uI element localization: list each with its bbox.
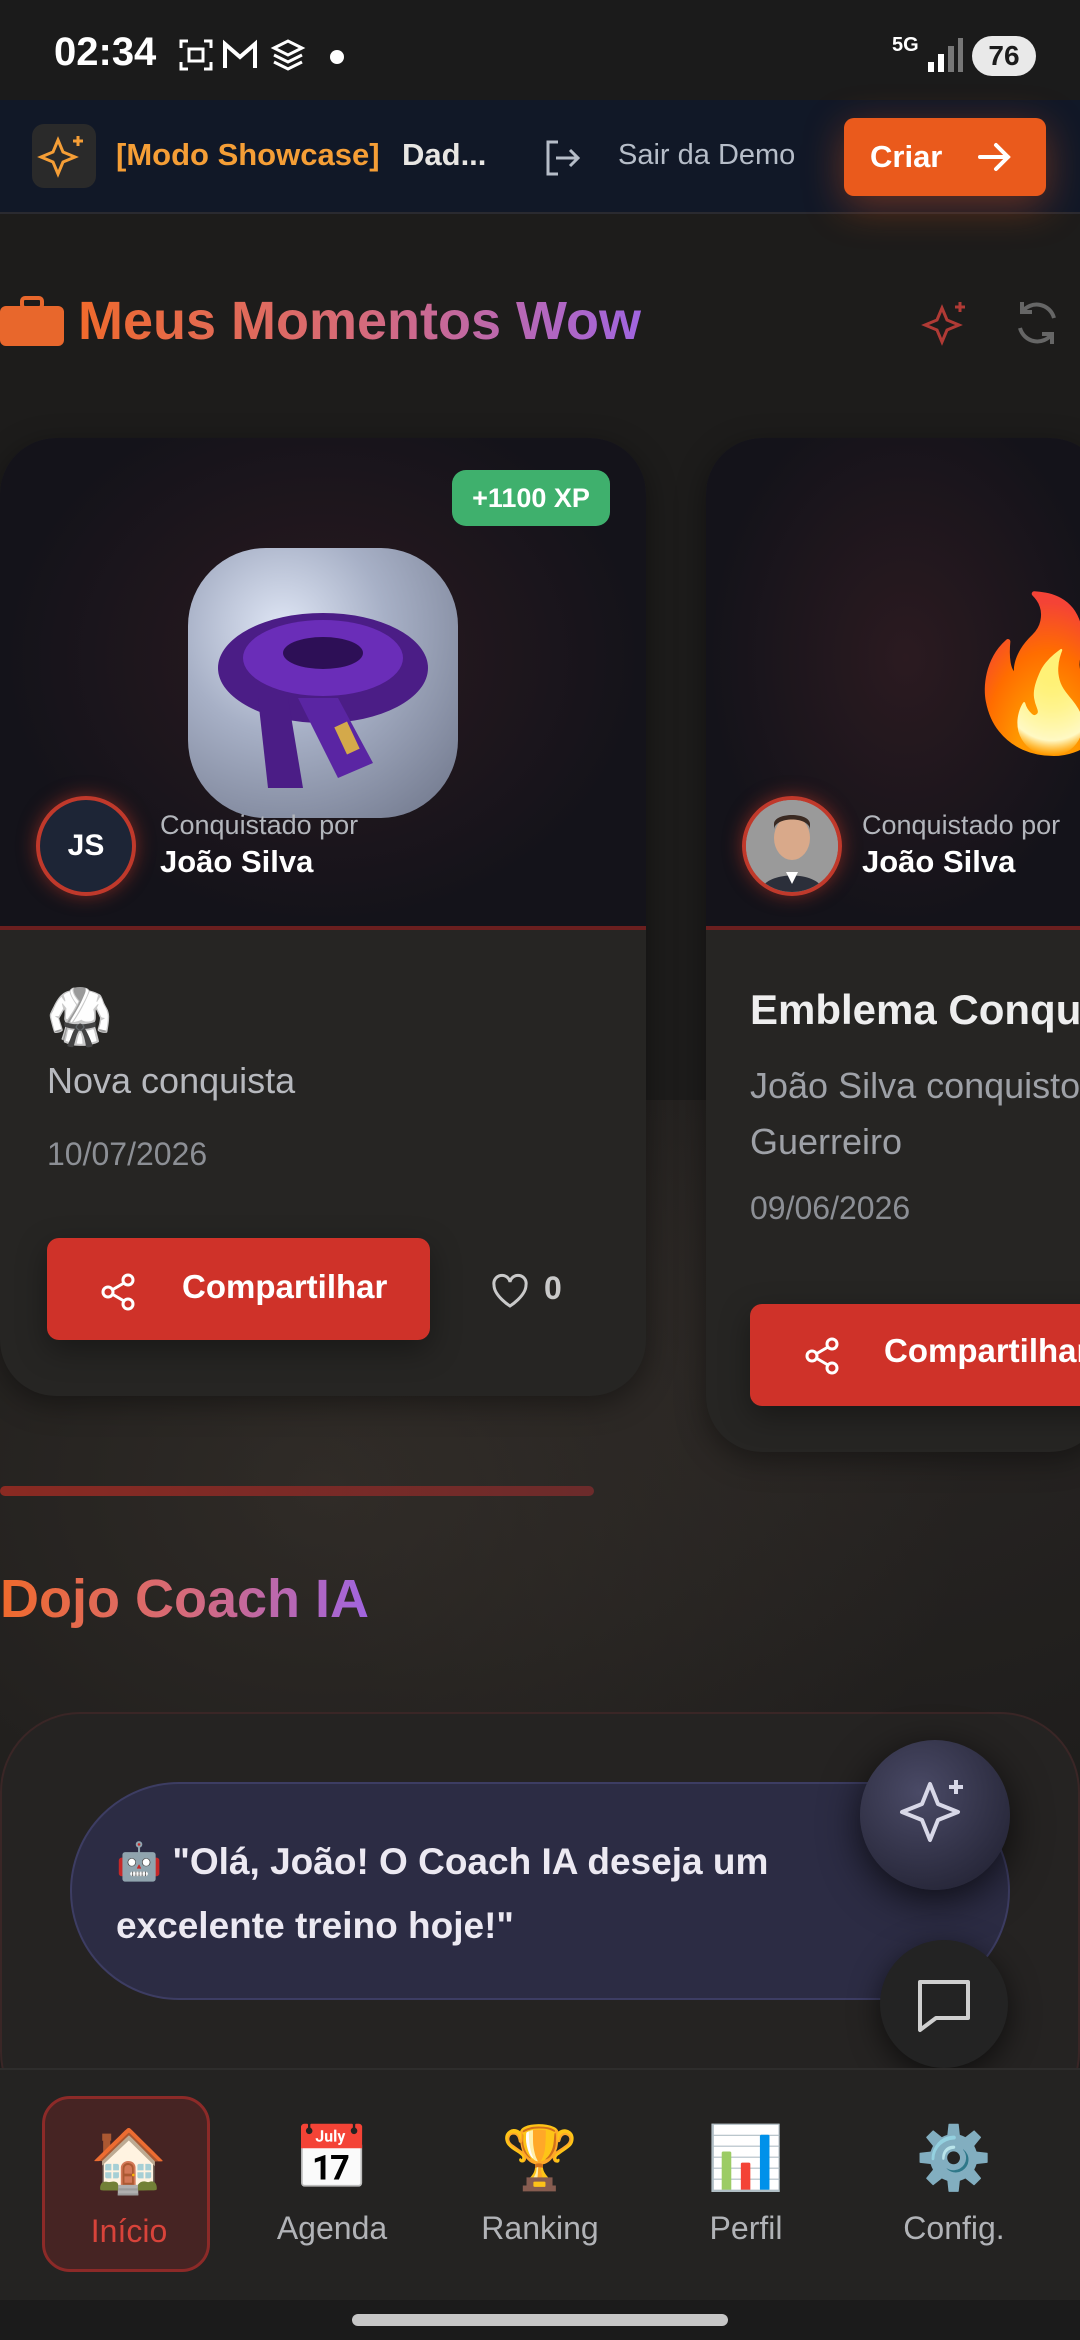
battery-indicator: 76 bbox=[972, 36, 1036, 76]
achieved-by-name: João Silva bbox=[160, 844, 314, 879]
like-count: 0 bbox=[544, 1270, 562, 1306]
section-divider bbox=[0, 1486, 594, 1496]
app-notification-icon bbox=[270, 39, 306, 71]
share-icon[interactable] bbox=[98, 1272, 138, 1312]
refresh-icon[interactable] bbox=[1010, 296, 1064, 350]
status-clock: 02:34 bbox=[54, 30, 157, 74]
coach-message: 🤖 "Olá, João! O Coach IA deseja um excel… bbox=[116, 1841, 769, 1946]
logout-icon[interactable] bbox=[540, 136, 584, 180]
network-type: 5G bbox=[892, 34, 919, 56]
share-label[interactable]: Compartilhar bbox=[182, 1268, 387, 1306]
home-gesture-handle[interactable] bbox=[352, 2314, 728, 2326]
signal-icon bbox=[928, 38, 963, 72]
nav-item-home[interactable]: 🏠 Início bbox=[42, 2096, 210, 2272]
demo-mode-label: [Modo Showcase] bbox=[116, 137, 380, 172]
nav-item-agenda[interactable]: 📅 Agenda bbox=[248, 2096, 416, 2272]
gi-icon: 🥋 bbox=[46, 987, 114, 1047]
nav-label: Perfil bbox=[709, 2210, 783, 2246]
trophy-icon: 🏆 bbox=[501, 2124, 579, 2193]
chat-button[interactable] bbox=[880, 1940, 1008, 2068]
purple-belt-image bbox=[188, 548, 458, 818]
ai-assistant-button[interactable] bbox=[860, 1740, 1010, 1890]
avatar: JS bbox=[36, 796, 136, 896]
chart-icon: 📊 bbox=[707, 2124, 785, 2193]
sparkle-icon[interactable] bbox=[920, 296, 974, 350]
moment-date: 09/06/2026 bbox=[750, 1190, 911, 1226]
briefcase-icon bbox=[0, 296, 64, 346]
moment-date: 10/07/2026 bbox=[47, 1136, 208, 1172]
arrow-right-icon[interactable] bbox=[974, 137, 1014, 177]
nav-item-profile[interactable]: 📊 Perfil bbox=[662, 2096, 830, 2272]
share-label[interactable]: Compartilhar bbox=[884, 1332, 1080, 1370]
nav-item-ranking[interactable]: 🏆 Ranking bbox=[456, 2096, 624, 2272]
achieved-by-label: Conquistado por bbox=[862, 810, 1061, 840]
gmail-icon bbox=[223, 39, 257, 68]
nav-label: Config. bbox=[903, 2210, 1005, 2246]
xp-badge: +1100 XP bbox=[452, 470, 610, 526]
moments-title: Meus Momentos Wow bbox=[78, 291, 642, 351]
nav-item-config[interactable]: ⚙️ Config. bbox=[870, 2096, 1038, 2272]
home-icon: 🏠 bbox=[90, 2127, 168, 2196]
screenshot-icon bbox=[179, 39, 213, 71]
nav-label: Agenda bbox=[276, 2210, 388, 2246]
demo-data-label: Dad... bbox=[402, 137, 487, 172]
nav-label: Início bbox=[90, 2213, 168, 2249]
moment-card[interactable]: +1100 XP JS Conquistado por João Silva 🥋… bbox=[0, 438, 646, 1396]
heart-icon[interactable] bbox=[490, 1272, 530, 1310]
avatar bbox=[742, 796, 842, 896]
create-button-label[interactable]: Criar bbox=[870, 139, 942, 175]
moment-description: Nova conquista bbox=[47, 1060, 296, 1101]
nav-label: Ranking bbox=[481, 2210, 599, 2246]
moment-card[interactable]: 🔥 Conquistado por João Silva Emblema Con… bbox=[706, 438, 1080, 1452]
calendar-icon: 📅 bbox=[293, 2124, 371, 2193]
moment-description: João Silva conquistou o emblema Guerreir… bbox=[750, 1065, 1080, 1162]
moment-title: Emblema Conquistado bbox=[750, 986, 1080, 1033]
gear-icon: ⚙️ bbox=[915, 2124, 993, 2193]
coach-title: Dojo Coach IA bbox=[0, 1569, 370, 1629]
fire-icon: 🔥 bbox=[956, 589, 1080, 757]
share-icon[interactable] bbox=[802, 1336, 842, 1376]
notification-dot bbox=[330, 50, 344, 64]
sparkle-icon bbox=[32, 124, 96, 188]
exit-demo-link[interactable]: Sair da Demo bbox=[618, 139, 795, 172]
achieved-by-label: Conquistado por bbox=[160, 810, 359, 840]
achieved-by-name: João Silva bbox=[862, 844, 1016, 879]
